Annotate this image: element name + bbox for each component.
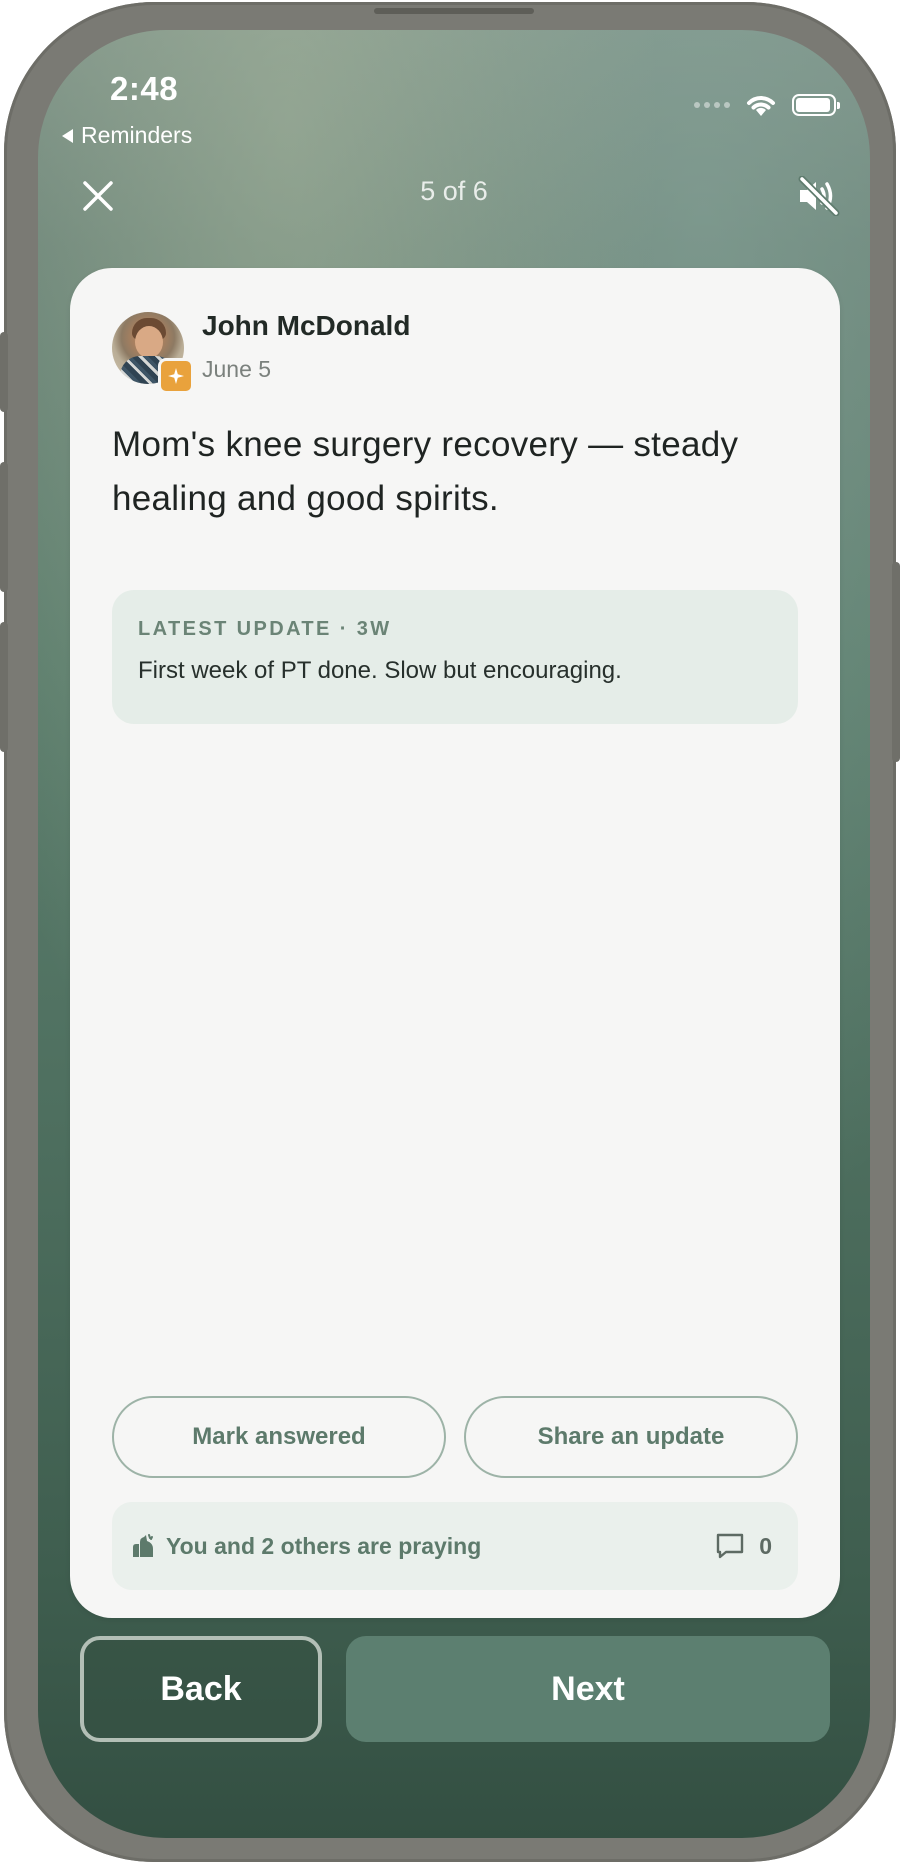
- latest-update-text: First week of PT done. Slow but encourag…: [138, 657, 622, 684]
- latest-update-box: LATEST UPDATE · 3W First week of PT done…: [112, 590, 798, 724]
- share-update-button[interactable]: Share an update: [464, 1396, 798, 1478]
- back-button[interactable]: Back: [80, 1636, 322, 1742]
- screen: 2:48 Reminders 5 of 6 John McDonald June…: [38, 30, 870, 1838]
- volume-down-button: [0, 622, 8, 752]
- speaker-grille: [374, 8, 534, 14]
- power-button: [892, 562, 900, 762]
- latest-update-label: LATEST UPDATE · 3W: [138, 618, 392, 640]
- phone-frame: 2:48 Reminders 5 of 6 John McDonald June…: [0, 2, 900, 1862]
- speaker-muted-icon: [798, 176, 840, 216]
- battery-icon: [792, 94, 840, 116]
- page-counter: 5 of 6: [420, 176, 488, 206]
- back-to-app-link[interactable]: Reminders: [62, 122, 192, 149]
- comments-button[interactable]: 0: [715, 1532, 772, 1560]
- praying-hands-icon: [133, 1534, 153, 1557]
- signal-dots-icon: [694, 102, 730, 108]
- comment-icon: [717, 1533, 744, 1559]
- author-name: John McDonald: [202, 310, 411, 341]
- back-app-label: Reminders: [81, 122, 193, 148]
- next-button[interactable]: Next: [346, 1636, 830, 1742]
- prayer-request-card: John McDonald June 5 Mom's knee surgery …: [70, 268, 840, 1618]
- back-triangle-icon: [62, 128, 73, 143]
- mute-button[interactable]: [792, 170, 844, 222]
- status-time: 2:48: [110, 70, 179, 107]
- side-button: [0, 332, 8, 412]
- mark-answered-button[interactable]: Mark answered: [112, 1396, 446, 1478]
- status-icons: [694, 92, 840, 118]
- praying-count-text: You and 2 others are praying: [166, 1532, 482, 1559]
- comment-count: 0: [759, 1532, 772, 1559]
- volume-up-button: [0, 462, 8, 592]
- request-title: Mom's knee surgery recovery — steady hea…: [112, 425, 739, 518]
- wifi-icon: [747, 96, 775, 116]
- post-date: June 5: [202, 356, 272, 382]
- sparkle-badge-icon: [158, 358, 194, 394]
- prayer-status-bar: You and 2 others are praying 0: [112, 1502, 798, 1590]
